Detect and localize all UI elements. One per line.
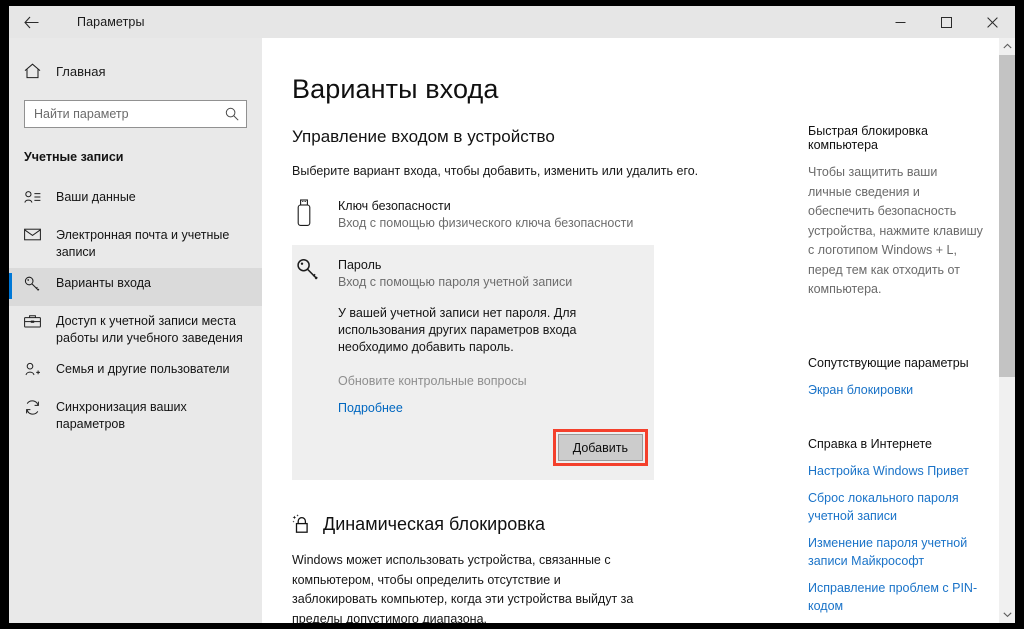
web-help-heading: Справка в Интернете — [808, 436, 932, 451]
scroll-down-button[interactable] — [999, 606, 1015, 623]
password-more-link[interactable]: Подробнее — [338, 401, 403, 415]
sidebar-item-label: Электронная почта и учетные записи — [56, 228, 230, 259]
back-button[interactable] — [9, 6, 53, 38]
password-panel-body: У вашей учетной записи нет пароля. Для и… — [296, 305, 654, 417]
option-title: Пароль — [338, 258, 382, 272]
option-password-panel[interactable]: Пароль Вход с помощью пароля учетной зап… — [292, 245, 654, 480]
password-note: У вашей учетной записи нет пароля. Для и… — [338, 306, 577, 354]
help-link-fix-pin-problems[interactable]: Исправление проблем с PIN-кодом — [808, 579, 983, 615]
window-body: Главная Учетные записи — [9, 38, 1015, 623]
option-title: Ключ безопасности — [338, 199, 451, 213]
usb-security-key-icon — [296, 198, 338, 227]
add-person-icon — [24, 361, 50, 377]
sidebar-item-your-info[interactable]: Ваши данные — [9, 182, 262, 220]
minimize-icon — [895, 21, 905, 23]
mail-icon — [24, 227, 50, 241]
option-description: Вход с помощью физического ключа безопас… — [338, 216, 634, 230]
settings-window: Параметры Главная Найти параметр Учетные… — [9, 6, 1015, 623]
sidebar-item-family-other-users[interactable]: Семья и другие пользователи — [9, 354, 262, 392]
vertical-scrollbar[interactable] — [999, 38, 1015, 623]
maximize-icon — [940, 16, 952, 28]
quick-lock-heading: Быстрая блокировка компьютера — [808, 124, 928, 152]
dynamic-lock-description: Windows может использовать устройства, с… — [292, 553, 634, 623]
sidebar: Главная Учетные записи — [9, 38, 262, 623]
dynamic-lock-icon — [292, 514, 314, 535]
option-password[interactable]: Пароль Вход с помощью пароля учетной зап… — [296, 257, 654, 291]
add-button-container: Добавить — [296, 429, 654, 466]
option-text: Ключ безопасности Вход с помощью физичес… — [338, 198, 633, 232]
section-heading: Управление входом в устройство — [292, 127, 555, 146]
search-input[interactable] — [25, 101, 246, 127]
security-questions-link-disabled: Обновите контрольные вопросы — [338, 374, 527, 388]
page-title: Варианты входа — [292, 74, 499, 104]
key-icon — [296, 257, 338, 282]
sidebar-item-label: Ваши данные — [56, 190, 136, 204]
content-area: Варианты входа Управление входом в устро… — [262, 38, 1015, 623]
sidebar-item-sign-in-options[interactable]: Варианты входа — [9, 268, 262, 306]
back-arrow-icon — [23, 16, 38, 28]
add-button-highlight: Добавить — [552, 429, 648, 466]
home-icon — [24, 63, 50, 79]
close-icon — [986, 16, 998, 28]
sidebar-home-label: Главная — [56, 63, 106, 79]
key-icon — [24, 275, 50, 292]
maximize-button[interactable] — [923, 6, 969, 38]
option-description: Вход с помощью пароля учетной записи — [338, 275, 573, 289]
section-description: Выберите вариант входа, чтобы добавить, … — [292, 164, 699, 178]
window-controls — [877, 6, 1015, 38]
briefcase-icon — [24, 313, 50, 329]
sidebar-item-label: Доступ к учетной записи места работы или… — [56, 314, 243, 345]
minimize-button[interactable] — [877, 6, 923, 38]
option-security-key[interactable]: Ключ безопасности Вход с помощью физичес… — [292, 193, 792, 237]
sidebar-section-header: Учетные записи — [24, 150, 124, 164]
scrollbar-thumb[interactable] — [999, 55, 1015, 377]
sidebar-item-label: Синхронизация ваших параметров — [56, 400, 187, 431]
sync-icon — [24, 399, 50, 415]
search-icon — [225, 107, 239, 121]
scrollbar-track[interactable] — [999, 55, 1015, 606]
related-link-lock-screen[interactable]: Экран блокировки — [808, 381, 983, 399]
sidebar-item-label: Семья и другие пользователи — [56, 362, 230, 376]
sidebar-item-sync-settings[interactable]: Синхронизация ваших параметров — [9, 392, 262, 440]
window-title: Параметры — [77, 15, 145, 29]
search-box[interactable] — [24, 100, 247, 128]
help-link-reset-local-password[interactable]: Сброс локального пароля учетной записи — [808, 489, 983, 525]
sidebar-item-work-school-access[interactable]: Доступ к учетной записи места работы или… — [9, 306, 262, 354]
sidebar-item-email-accounts[interactable]: Электронная почта и учетные записи — [9, 220, 262, 268]
help-link-change-microsoft-password[interactable]: Изменение пароля учетной записи Майкросо… — [808, 534, 983, 570]
main-column: Варианты входа Управление входом в устро… — [262, 38, 792, 623]
dynamic-lock-heading-row: Динамическая блокировка — [292, 514, 792, 535]
sidebar-item-label: Варианты входа — [56, 276, 151, 290]
add-password-button[interactable]: Добавить — [557, 434, 643, 461]
option-text: Пароль Вход с помощью пароля учетной зап… — [338, 257, 572, 291]
chevron-down-icon — [1002, 612, 1012, 618]
related-settings-heading: Сопутствующие параметры — [808, 355, 969, 370]
close-button[interactable] — [969, 6, 1015, 38]
dynamic-lock-heading: Динамическая блокировка — [323, 514, 546, 534]
user-info-icon — [24, 189, 50, 205]
title-bar: Параметры — [9, 6, 1015, 38]
right-rail: Быстрая блокировка компьютера Чтобы защи… — [792, 38, 997, 623]
sidebar-item-home[interactable]: Главная — [9, 54, 262, 88]
help-link-setup-windows-hello[interactable]: Настройка Windows Привет — [808, 462, 983, 480]
quick-lock-body: Чтобы защитить ваши личные сведения и об… — [808, 165, 983, 296]
chevron-up-icon — [1002, 43, 1012, 49]
scroll-up-button[interactable] — [999, 38, 1015, 55]
